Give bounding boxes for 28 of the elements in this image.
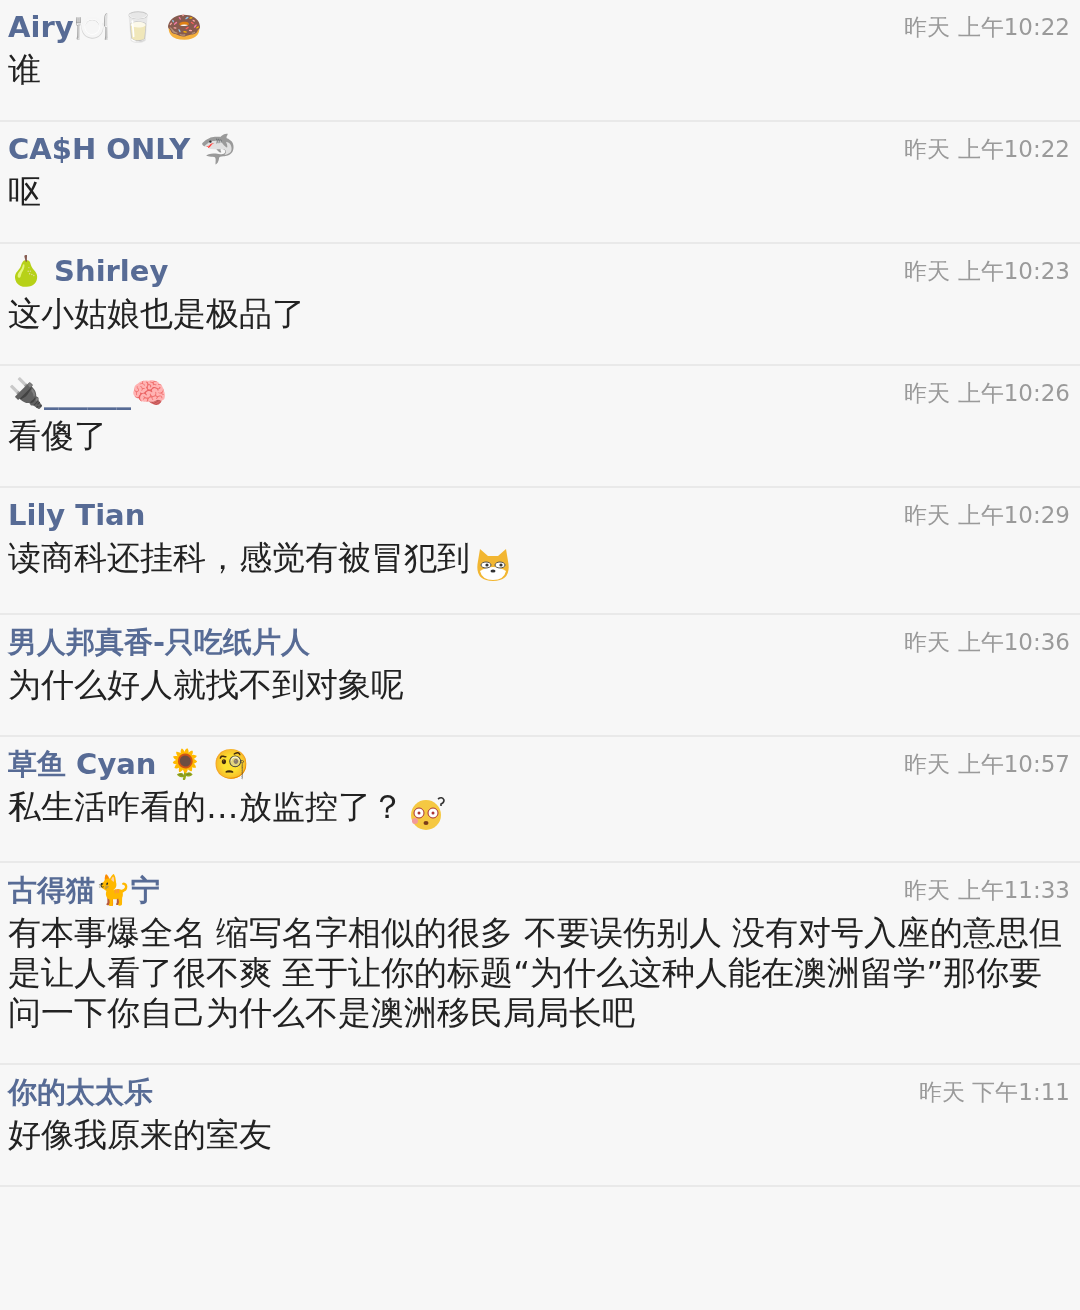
comment-text: 有本事爆全名 缩写名字相似的很多 不要误伤别人 没有对号入座的意思但是让人看了很不爽 至于让你的标题“为什么这种人能在澳洲留学”那你要问一下你自己为什么不是澳洲移民局局长吧 [8, 914, 1062, 1032]
comment-text: 谁 [8, 51, 41, 89]
commenter-name[interactable]: 草鱼 Cyan 🌻 🧐 [8, 740, 249, 787]
comment-time: 昨天 上午11:33 [904, 876, 1070, 905]
commenter-name[interactable]: 你的太太乐 [8, 1069, 153, 1115]
comment-text: 为什么好人就找不到对象呢 [8, 665, 404, 704]
commenter-name[interactable]: Lily Tian [8, 492, 146, 538]
comment-text: 看傻了 [8, 417, 107, 455]
commenter-name[interactable]: Airy🍽 🥛 🍩 [8, 4, 202, 50]
commenter-name[interactable]: 古得猫🐈宁 [8, 867, 160, 913]
comment-text: 私生活咋看的…放监控了？ [8, 787, 404, 826]
comment-time: 昨天 上午10:22 [904, 135, 1070, 164]
comment-text: 好像我原来的室友 [8, 1116, 272, 1154]
comment-time: 昨天 上午10:23 [904, 257, 1070, 286]
commenter-name[interactable]: 🍐 Shirley [8, 248, 169, 294]
commenter-name[interactable]: CA$H ONLY 🦈 [8, 126, 237, 172]
comment-time: 昨天 上午10:36 [904, 627, 1070, 657]
comment-time: 昨天 上午10:26 [904, 379, 1070, 408]
commenter-name[interactable]: 男人邦真香-只吃纸片人 [8, 618, 311, 665]
dog-face-icon [474, 546, 512, 583]
comment-text: 这小姑娘也是极品了 [8, 295, 305, 333]
comment-text: 呕 [8, 173, 41, 211]
comment-time: 昨天 上午10:22 [904, 13, 1070, 42]
commenter-name[interactable]: 🔌______🧠 [8, 370, 167, 416]
comment-text: 读商科还挂科，感觉有被冒犯到 [8, 539, 470, 577]
comment-time: 昨天 下午1:11 [919, 1078, 1070, 1107]
comment-time: 昨天 上午10:29 [904, 501, 1070, 530]
comment-time: 昨天 上午10:57 [904, 749, 1070, 779]
